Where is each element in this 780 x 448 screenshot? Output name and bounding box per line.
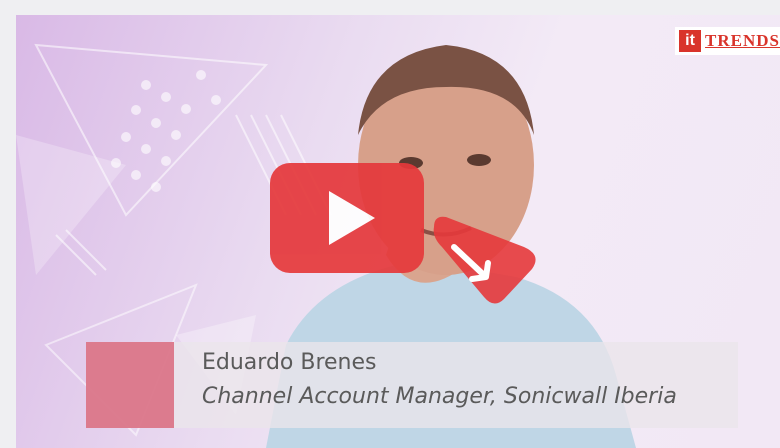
logo-mark: it bbox=[679, 30, 702, 52]
cursor-arrow-icon bbox=[433, 216, 536, 304]
name-caption: Eduardo Brenes Channel Account Manager, … bbox=[86, 342, 738, 428]
play-button[interactable] bbox=[270, 163, 424, 273]
brand-logo: it TRENDS bbox=[675, 27, 780, 55]
logo-text: TRENDS bbox=[705, 31, 780, 50]
speaker-name: Eduardo Brenes bbox=[202, 350, 377, 375]
caption-accent bbox=[86, 342, 174, 428]
speaker-title: Channel Account Manager, Sonicwall Iberi… bbox=[202, 384, 677, 409]
play-icon bbox=[329, 191, 375, 245]
video-player[interactable]: it TRENDS Eduardo Brenes Channel Account… bbox=[16, 15, 780, 448]
